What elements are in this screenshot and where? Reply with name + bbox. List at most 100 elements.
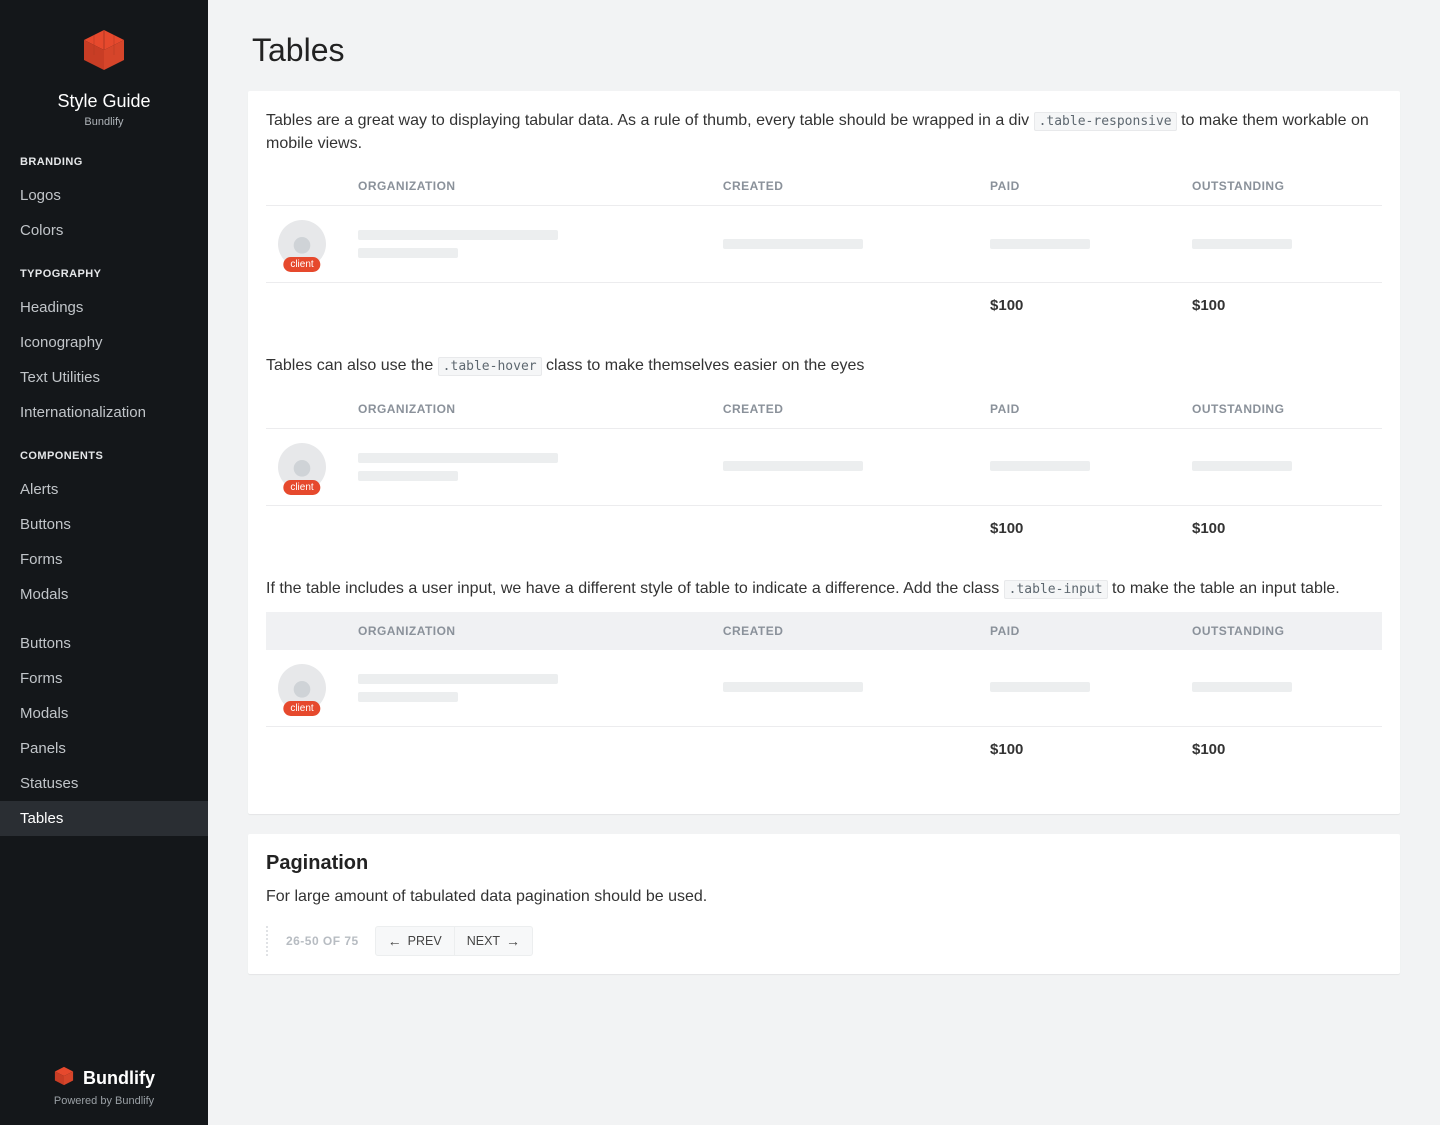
next-label: NEXT [467, 934, 500, 948]
sidebar-item-logos[interactable]: Logos [0, 178, 208, 213]
arrow-left-icon: ← [388, 933, 402, 949]
tables-card: Tables are a great way to displaying tab… [248, 91, 1400, 814]
th-created: CREATED [711, 167, 978, 206]
pagination-status: 26-50 OF 75 [286, 934, 359, 948]
sidebar-item-buttons[interactable]: Buttons [0, 507, 208, 542]
input-code: .table-input [1004, 580, 1108, 599]
nav-typography: Headings Iconography Text Utilities Inte… [0, 290, 208, 430]
pagination-heading: Pagination [266, 852, 1382, 875]
th-organization: ORGANIZATION [346, 612, 711, 650]
brand-footer: Bundlify Powered by Bundlify [0, 1052, 208, 1125]
sidebar-item-text-utilities[interactable]: Text Utilities [0, 360, 208, 395]
pagination: 26-50 OF 75 ← PREV NEXT → [266, 926, 533, 956]
skeleton [1192, 461, 1292, 471]
sidebar-item-forms[interactable]: Forms [0, 542, 208, 577]
pagination-text: For large amount of tabulated data pagin… [266, 885, 1382, 908]
sidebar-subtitle: Bundlify [0, 116, 208, 128]
hover-para: Tables can also use the .table-hover cla… [266, 354, 1382, 377]
table-row: client [266, 428, 1382, 505]
intro-code: .table-responsive [1034, 112, 1177, 131]
avatar: client [278, 220, 326, 268]
arrow-right-icon: → [506, 933, 520, 949]
input-para: If the table includes a user input, we h… [266, 577, 1382, 600]
avatar: client [278, 664, 326, 712]
next-button[interactable]: NEXT → [455, 926, 533, 956]
client-tag: client [283, 701, 320, 716]
skeleton [990, 461, 1090, 471]
th-outstanding: OUTSTANDING [1180, 612, 1382, 650]
nav-components: Alerts Buttons Forms Modals [0, 472, 208, 612]
skeleton [358, 471, 458, 481]
sidebar-item-iconography[interactable]: Iconography [0, 325, 208, 360]
input-text-pre: If the table includes a user input, we h… [266, 580, 1004, 597]
avatar: client [278, 443, 326, 491]
skeleton [990, 239, 1090, 249]
skeleton [358, 453, 558, 463]
skeleton [358, 674, 558, 684]
nav-branding: Logos Colors [0, 178, 208, 248]
sidebar-item-headings[interactable]: Headings [0, 290, 208, 325]
pagination-card: Pagination For large amount of tabulated… [248, 834, 1400, 974]
prev-label: PREV [408, 934, 442, 948]
th-outstanding: OUTSTANDING [1180, 167, 1382, 206]
sidebar-item-forms-2[interactable]: Forms [0, 661, 208, 696]
table-hover: ORGANIZATION CREATED PAID OUTSTANDING cl… [266, 390, 1382, 551]
footer-paid: $100 [978, 726, 1180, 772]
sidebar-item-modals[interactable]: Modals [0, 577, 208, 612]
th-created: CREATED [711, 390, 978, 429]
skeleton [723, 239, 863, 249]
th-outstanding: OUTSTANDING [1180, 390, 1382, 429]
footer-outstanding: $100 [1180, 283, 1382, 329]
hover-text-pre: Tables can also use the [266, 357, 438, 374]
intro-para: Tables are a great way to displaying tab… [266, 109, 1382, 155]
th-paid: PAID [978, 167, 1180, 206]
sidebar: Style Guide Bundlify BRANDING Logos Colo… [0, 0, 208, 1125]
brand-footer-sub: Powered by Bundlify [0, 1095, 208, 1107]
th-organization: ORGANIZATION [346, 167, 711, 206]
input-text-post: to make the table an input table. [1112, 580, 1340, 597]
table-footer-row: $100 $100 [266, 726, 1382, 772]
sidebar-item-statuses[interactable]: Statuses [0, 766, 208, 801]
table-row: client [266, 206, 1382, 283]
sidebar-item-alerts[interactable]: Alerts [0, 472, 208, 507]
page-title: Tables [252, 32, 1400, 69]
th-paid: PAID [978, 390, 1180, 429]
table-footer-row: $100 $100 [266, 505, 1382, 551]
footer-paid: $100 [978, 505, 1180, 551]
skeleton [723, 461, 863, 471]
footer-paid: $100 [978, 283, 1180, 329]
hover-code: .table-hover [438, 357, 542, 376]
footer-outstanding: $100 [1180, 505, 1382, 551]
brand-cube-icon-small [53, 1066, 75, 1091]
client-tag: client [283, 257, 320, 272]
sidebar-item-internationalization[interactable]: Internationalization [0, 395, 208, 430]
section-label-typography: TYPOGRAPHY [0, 248, 208, 290]
client-tag: client [283, 480, 320, 495]
prev-button[interactable]: ← PREV [375, 926, 455, 956]
section-label-components: COMPONENTS [0, 430, 208, 472]
sidebar-item-buttons-2[interactable]: Buttons [0, 626, 208, 661]
nav-misc: Buttons Forms Modals Panels Statuses Tab… [0, 626, 208, 836]
skeleton [723, 682, 863, 692]
table-responsive: ORGANIZATION CREATED PAID OUTSTANDING cl… [266, 167, 1382, 328]
brand-cube-icon [80, 28, 128, 77]
hover-text-post: class to make themselves easier on the e… [546, 357, 864, 374]
th-paid: PAID [978, 612, 1180, 650]
intro-text-pre: Tables are a great way to displaying tab… [266, 112, 1034, 129]
sidebar-item-modals-2[interactable]: Modals [0, 696, 208, 731]
skeleton [358, 692, 458, 702]
sidebar-item-tables[interactable]: Tables [0, 801, 208, 836]
table-footer-row: $100 $100 [266, 283, 1382, 329]
table-input: ORGANIZATION CREATED PAID OUTSTANDING cl… [266, 612, 1382, 772]
brand-footer-name: Bundlify [83, 1068, 155, 1089]
footer-outstanding: $100 [1180, 726, 1382, 772]
sidebar-title: Style Guide [0, 91, 208, 112]
sidebar-item-colors[interactable]: Colors [0, 213, 208, 248]
th-organization: ORGANIZATION [346, 390, 711, 429]
sidebar-item-panels[interactable]: Panels [0, 731, 208, 766]
skeleton [990, 682, 1090, 692]
skeleton [1192, 239, 1292, 249]
skeleton [358, 248, 458, 258]
th-created: CREATED [711, 612, 978, 650]
table-row: client [266, 650, 1382, 727]
